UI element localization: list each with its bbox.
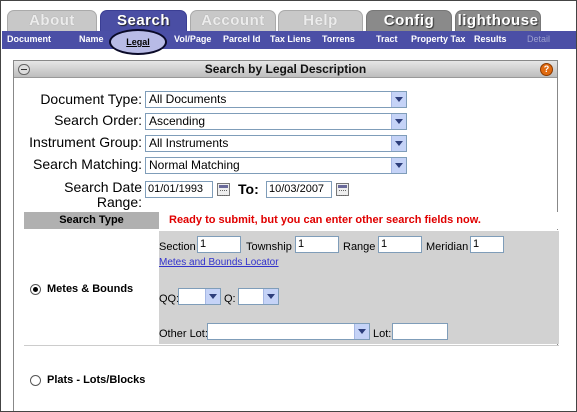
- instrument-group-label: Instrument Group:: [29, 134, 142, 150]
- app-window: About Search Account Help Config lightho…: [0, 0, 577, 412]
- search-panel: Search by Legal Description ? Document T…: [13, 60, 559, 411]
- sub-navigation: Document Name Vol/Page Parcel Id Tax Lie…: [2, 31, 576, 49]
- range-input[interactable]: 1: [378, 236, 422, 253]
- subnav-tax-liens[interactable]: Tax Liens: [270, 31, 311, 49]
- tab-lighthouse[interactable]: lighthouse: [455, 10, 541, 32]
- section-input[interactable]: 1: [197, 236, 241, 253]
- search-type-bar: Search Type Ready to submit, but you can…: [24, 212, 559, 229]
- other-lot-select[interactable]: [207, 323, 370, 340]
- calendar-icon[interactable]: [336, 183, 349, 196]
- q-select[interactable]: [238, 288, 279, 305]
- subnav-document[interactable]: Document: [7, 31, 51, 49]
- chevron-down-icon: [263, 289, 278, 304]
- meridian-label: Meridian: [426, 241, 469, 253]
- calendar-icon[interactable]: [217, 183, 230, 196]
- subnav-tract[interactable]: Tract: [376, 31, 398, 49]
- panel-title: Search by Legal Description ?: [14, 61, 557, 78]
- status-message: Ready to submit, but you can enter other…: [169, 214, 481, 226]
- panel-title-text: Search by Legal Description: [204, 62, 367, 76]
- subnav-detail: Detail: [527, 34, 551, 44]
- search-order-value: Ascending: [149, 114, 206, 128]
- date-from-input[interactable]: 01/01/1993: [145, 181, 213, 198]
- township-label: Township: [246, 241, 292, 253]
- tab-about[interactable]: About: [7, 10, 97, 32]
- chevron-down-icon: [391, 136, 406, 151]
- search-order-label: Search Order:: [54, 112, 142, 128]
- search-order-select[interactable]: Ascending: [145, 113, 407, 130]
- subnav-vol-page[interactable]: Vol/Page: [174, 31, 211, 49]
- metes-bounds-radio[interactable]: [30, 284, 41, 295]
- instrument-group-value: All Instruments: [149, 136, 229, 150]
- other-lot-label: Other Lot:: [159, 328, 208, 340]
- tab-help[interactable]: Help: [278, 10, 363, 32]
- plats-row: Plats - Lots/Blocks: [24, 345, 559, 411]
- subnav-property-tax[interactable]: Property Tax: [411, 31, 465, 49]
- subnav-torrens[interactable]: Torrens: [322, 31, 355, 49]
- metes-bounds-locator-link[interactable]: Metes and Bounds Locator: [159, 257, 279, 268]
- search-date-label-line1: Search Date: [64, 179, 142, 195]
- lot-label: Lot:: [373, 328, 392, 340]
- metes-bounds-option: Metes & Bounds: [24, 231, 159, 345]
- plats-label: Plats - Lots/Blocks: [47, 374, 146, 386]
- document-type-select[interactable]: All Documents: [145, 91, 407, 108]
- qq-select[interactable]: [178, 288, 221, 305]
- q-label: Q:: [224, 293, 236, 305]
- main-tabs: About Search Account Help Config lightho…: [1, 1, 576, 32]
- section-label: Section: [159, 241, 196, 253]
- subnav-name[interactable]: Name: [79, 31, 104, 49]
- chevron-down-icon: [391, 158, 406, 173]
- metes-bounds-label: Metes & Bounds: [47, 283, 134, 295]
- date-to-input[interactable]: 10/03/2007: [266, 181, 332, 198]
- subnav-results[interactable]: Results: [474, 31, 507, 49]
- qq-label: QQ:: [159, 293, 180, 305]
- document-type-label: Document Type:: [40, 91, 142, 107]
- date-to-label: To:: [238, 181, 259, 197]
- document-type-value: All Documents: [149, 92, 227, 106]
- search-type-header: Search Type: [24, 212, 159, 229]
- meridian-input[interactable]: 1: [470, 236, 504, 253]
- plats-radio[interactable]: [30, 375, 41, 386]
- subnav-legal-label: Legal: [126, 37, 150, 47]
- search-matching-label: Search Matching:: [33, 156, 142, 172]
- search-date-label-line2: Range:: [96, 194, 142, 210]
- range-label: Range: [343, 241, 376, 253]
- search-matching-select[interactable]: Normal Matching: [145, 157, 407, 174]
- instrument-group-select[interactable]: All Instruments: [145, 135, 407, 152]
- lot-input[interactable]: [392, 323, 448, 340]
- subnav-parcel-id[interactable]: Parcel Id: [223, 31, 261, 49]
- collapse-icon[interactable]: [18, 64, 30, 75]
- help-icon[interactable]: ?: [540, 63, 553, 76]
- subnav-legal[interactable]: Legal: [109, 29, 167, 55]
- chevron-down-icon: [391, 92, 406, 107]
- tab-config[interactable]: Config: [366, 10, 452, 32]
- chevron-down-icon: [205, 289, 220, 304]
- township-input[interactable]: 1: [295, 236, 339, 253]
- metes-bounds-row: Metes & Bounds Section 1 Township 1 Rang…: [24, 230, 559, 345]
- tab-account[interactable]: Account: [190, 10, 276, 32]
- search-matching-value: Normal Matching: [149, 158, 240, 172]
- chevron-down-icon: [354, 324, 369, 339]
- chevron-down-icon: [391, 114, 406, 129]
